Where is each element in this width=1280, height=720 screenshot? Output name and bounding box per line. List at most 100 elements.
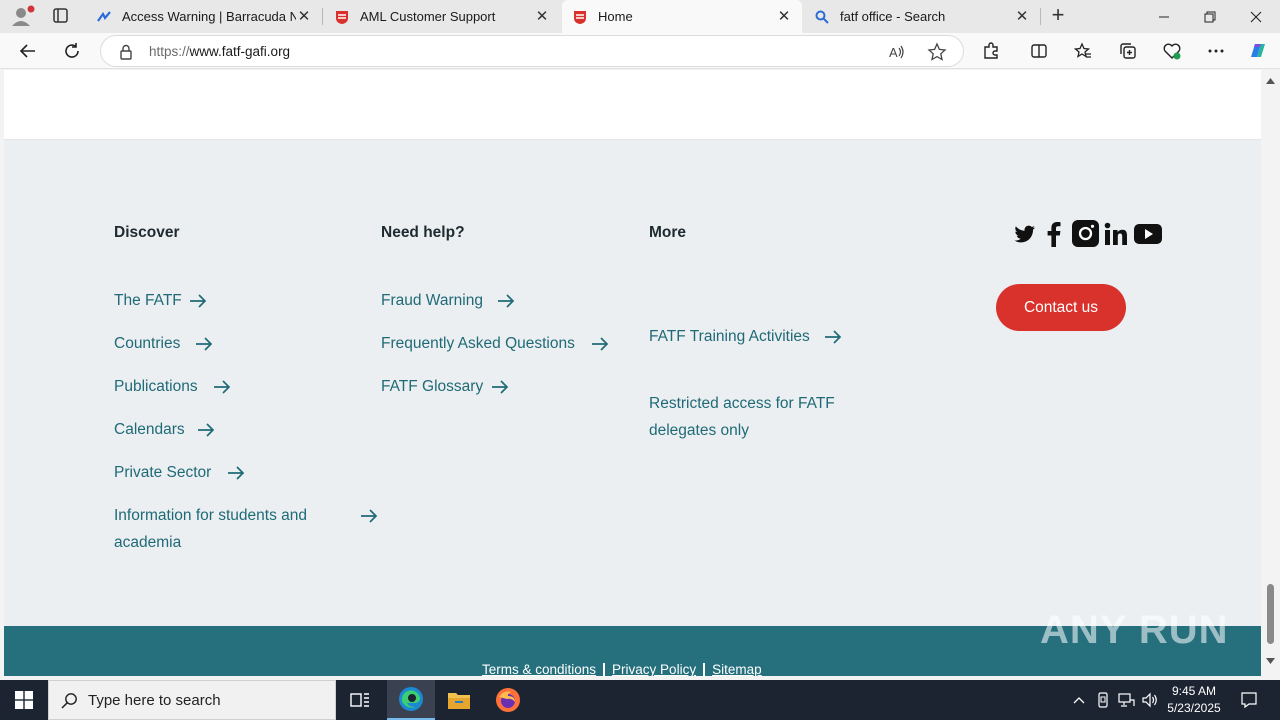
taskbar-file-explorer-button[interactable]	[435, 680, 483, 720]
browser-essentials-button[interactable]	[1157, 37, 1187, 65]
minimize-button[interactable]	[1141, 0, 1187, 33]
favorites-button[interactable]	[1068, 37, 1098, 65]
folder-icon	[448, 693, 470, 709]
taskbar-edge-button[interactable]	[387, 680, 435, 720]
tab-label: AML Customer Support	[360, 9, 496, 24]
footer-link-private-sector[interactable]: Private Sector	[114, 459, 364, 486]
twitter-icon[interactable]	[1013, 222, 1037, 246]
footer-link-countries[interactable]: Countries	[114, 330, 364, 357]
read-aloud-icon[interactable]: A	[887, 42, 907, 62]
footer-link-the-fatf[interactable]: The FATF	[114, 287, 364, 314]
link-label: Fraud Warning	[381, 292, 483, 309]
scroll-up-icon[interactable]	[1266, 78, 1275, 84]
footer-link-faq[interactable]: Frequently Asked Questions	[381, 330, 631, 357]
arrow-right-icon	[498, 294, 515, 308]
start-button[interactable]	[0, 680, 48, 720]
page-scrollbar[interactable]	[1261, 70, 1280, 676]
close-tab-icon[interactable]: ✕	[1014, 8, 1030, 25]
anyrun-watermark: ANY RUN	[1040, 608, 1229, 652]
tab-fatf-office-search[interactable]: fatf office - Search ✕	[804, 0, 1040, 33]
scroll-down-icon[interactable]	[1266, 658, 1275, 664]
profile-avatar-icon[interactable]	[8, 4, 36, 28]
youtube-icon[interactable]	[1134, 223, 1162, 245]
taskbar-firefox-button[interactable]	[484, 680, 532, 720]
restore-icon	[1204, 11, 1216, 22]
split-screen-button[interactable]	[1024, 37, 1054, 65]
search-favicon-icon	[814, 9, 830, 25]
speaker-icon	[1142, 692, 1157, 708]
address-bar[interactable]: https://www.fatf-gafi.org A	[100, 35, 964, 67]
restore-button[interactable]	[1187, 0, 1233, 33]
taskbar-search-box[interactable]: Type here to search	[48, 680, 336, 720]
browser-toolbar: https://www.fatf-gafi.org A	[0, 33, 1280, 69]
tab-access-warning[interactable]: Access Warning | Barracuda Netw ✕	[86, 0, 322, 33]
footer-link-glossary[interactable]: FATF Glossary	[381, 373, 631, 400]
contact-us-button[interactable]: Contact us	[996, 284, 1126, 331]
tab-actions-icon[interactable]	[46, 4, 74, 28]
link-label: FATF Glossary	[381, 378, 484, 395]
footer-link-training-activities[interactable]: FATF Training Activities	[649, 323, 899, 350]
close-tab-icon[interactable]: ✕	[776, 8, 792, 25]
footer-link-restricted-access[interactable]: Restricted access for FATF delegates onl…	[649, 390, 859, 444]
network-icon	[1118, 693, 1135, 707]
collections-button[interactable]	[1113, 37, 1143, 65]
instagram-icon[interactable]	[1072, 220, 1099, 247]
close-tab-icon[interactable]: ✕	[296, 8, 312, 25]
arrow-right-icon	[492, 380, 509, 394]
lock-icon[interactable]	[119, 44, 133, 65]
footer-link-calendars[interactable]: Calendars	[114, 416, 364, 443]
tray-network-icon[interactable]	[1115, 680, 1137, 720]
taskbar-clock[interactable]: 9:45 AM 5/23/2025	[1160, 683, 1228, 717]
browser-tab-strip: Access Warning | Barracuda Netw ✕ AML Cu…	[0, 0, 1280, 33]
show-hidden-icons-button[interactable]	[1068, 680, 1090, 720]
close-window-button[interactable]	[1233, 0, 1279, 33]
scrollbar-thumb[interactable]	[1267, 584, 1274, 644]
facebook-icon[interactable]	[1044, 221, 1062, 247]
settings-more-button[interactable]	[1201, 37, 1231, 65]
new-tab-button[interactable]: +	[1046, 4, 1070, 28]
arrow-right-icon	[190, 294, 207, 308]
back-button[interactable]	[13, 37, 43, 65]
url-protocol: https://	[149, 44, 190, 59]
sitemap-link[interactable]: Sitemap	[712, 662, 762, 676]
privacy-policy-link[interactable]: Privacy Policy	[612, 662, 696, 676]
barracuda-favicon-icon	[96, 9, 112, 25]
footer-heading-more: More	[649, 224, 687, 241]
close-tab-icon[interactable]: ✕	[534, 8, 550, 25]
arrow-right-icon	[214, 380, 231, 394]
action-center-button[interactable]	[1232, 680, 1266, 720]
url-text[interactable]: https://www.fatf-gafi.org	[149, 44, 290, 59]
favorites-icon	[1074, 42, 1091, 58]
tray-volume-icon[interactable]	[1138, 680, 1162, 720]
copilot-button[interactable]	[1243, 37, 1273, 65]
linkedin-icon[interactable]	[1104, 222, 1128, 246]
terms-link[interactable]: Terms & conditions	[482, 662, 596, 676]
taskbar-search-placeholder: Type here to search	[88, 691, 221, 709]
footer-heading-need-help: Need help?	[381, 224, 465, 241]
tab-home[interactable]: Home ✕	[562, 0, 802, 33]
footer-link-fraud-warning[interactable]: Fraud Warning	[381, 287, 631, 314]
back-arrow-icon	[19, 44, 35, 58]
tab-aml-support[interactable]: AML Customer Support ✕	[324, 0, 560, 33]
link-label: Restricted access for FATF delegates onl…	[649, 395, 835, 439]
arrow-right-icon	[198, 423, 215, 437]
arrow-right-icon	[228, 466, 245, 480]
clock-time: 9:45 AM	[1171, 684, 1217, 698]
link-label: Information for students and academia	[114, 507, 308, 551]
collections-icon	[1120, 43, 1136, 59]
footer-link-publications[interactable]: Publications	[114, 373, 364, 400]
favorite-star-icon[interactable]	[927, 42, 947, 62]
page-viewport: Discover The FATF Countries Publications…	[4, 70, 1261, 676]
tab-divider	[1040, 8, 1041, 25]
task-view-icon	[350, 693, 369, 707]
link-label: The FATF	[114, 292, 182, 309]
footer-link-students-academia[interactable]: Information for students and academia	[114, 502, 389, 556]
tab-divider	[322, 8, 323, 25]
url-host: www.fatf-gafi.org	[189, 44, 291, 59]
tray-device-icon[interactable]	[1092, 680, 1114, 720]
svg-text:A: A	[889, 45, 898, 60]
tab-label: Home	[598, 9, 633, 24]
extensions-button[interactable]	[976, 37, 1006, 65]
task-view-button[interactable]	[336, 680, 384, 720]
refresh-button[interactable]	[57, 37, 87, 65]
